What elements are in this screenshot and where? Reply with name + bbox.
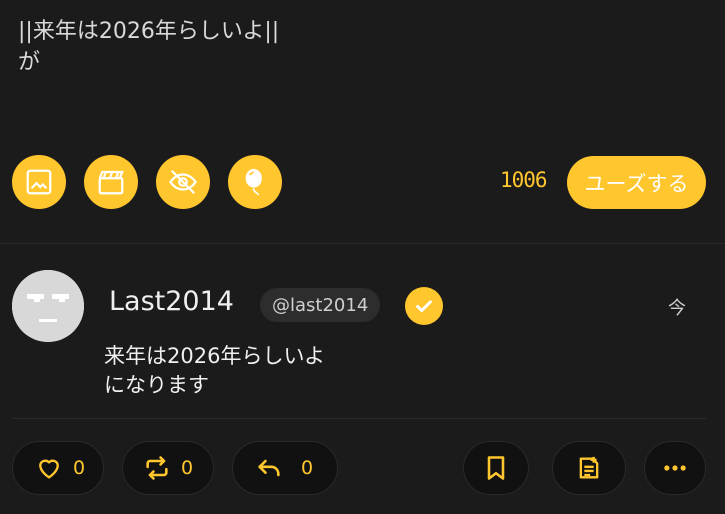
like-count: 0 [73, 457, 86, 479]
repeat-icon [146, 456, 168, 480]
post-button[interactable]: ユーズする [567, 156, 706, 209]
bookmark-button[interactable] [463, 441, 529, 495]
balloon-button[interactable] [228, 155, 282, 209]
bookmark-icon [487, 456, 505, 480]
divider [12, 418, 706, 419]
content-warning-button[interactable] [156, 155, 210, 209]
attach-video-button[interactable] [84, 155, 138, 209]
attach-image-button[interactable] [12, 155, 66, 209]
image-icon [26, 169, 52, 195]
like-button[interactable]: 0 [12, 441, 104, 495]
add-to-clip-button[interactable] [552, 441, 626, 495]
balloon-icon [245, 168, 262, 196]
reply-count: 0 [301, 457, 314, 479]
reply-icon [258, 459, 280, 477]
composer-text[interactable]: ||来年は2026年らしいよ|| が [18, 16, 279, 78]
heart-icon [39, 459, 59, 479]
avatar[interactable] [12, 270, 84, 342]
username-badge[interactable]: @last2014 [260, 288, 381, 322]
more-horizontal-icon [664, 465, 686, 471]
renote-button[interactable]: 0 [122, 441, 214, 495]
character-count: 1006 [500, 168, 548, 192]
note-composer-page: ||来年は2026年らしいよ|| が 1006 ユーズする Last2014 @… [0, 0, 725, 514]
video-icon [98, 170, 124, 195]
timestamp[interactable]: 今 [668, 294, 686, 320]
clip-note-icon [579, 456, 599, 479]
reply-button[interactable]: 0 [232, 441, 338, 495]
divider [0, 243, 725, 244]
renote-count: 0 [181, 457, 194, 479]
note-text: 来年は2026年らしいよ になります [104, 344, 326, 397]
display-name[interactable]: Last2014 [109, 286, 234, 317]
eye-off-icon [169, 169, 197, 195]
more-button[interactable] [644, 441, 706, 495]
check-icon [416, 300, 432, 313]
verified-badge [405, 287, 443, 325]
avatar-face-icon [12, 270, 84, 342]
